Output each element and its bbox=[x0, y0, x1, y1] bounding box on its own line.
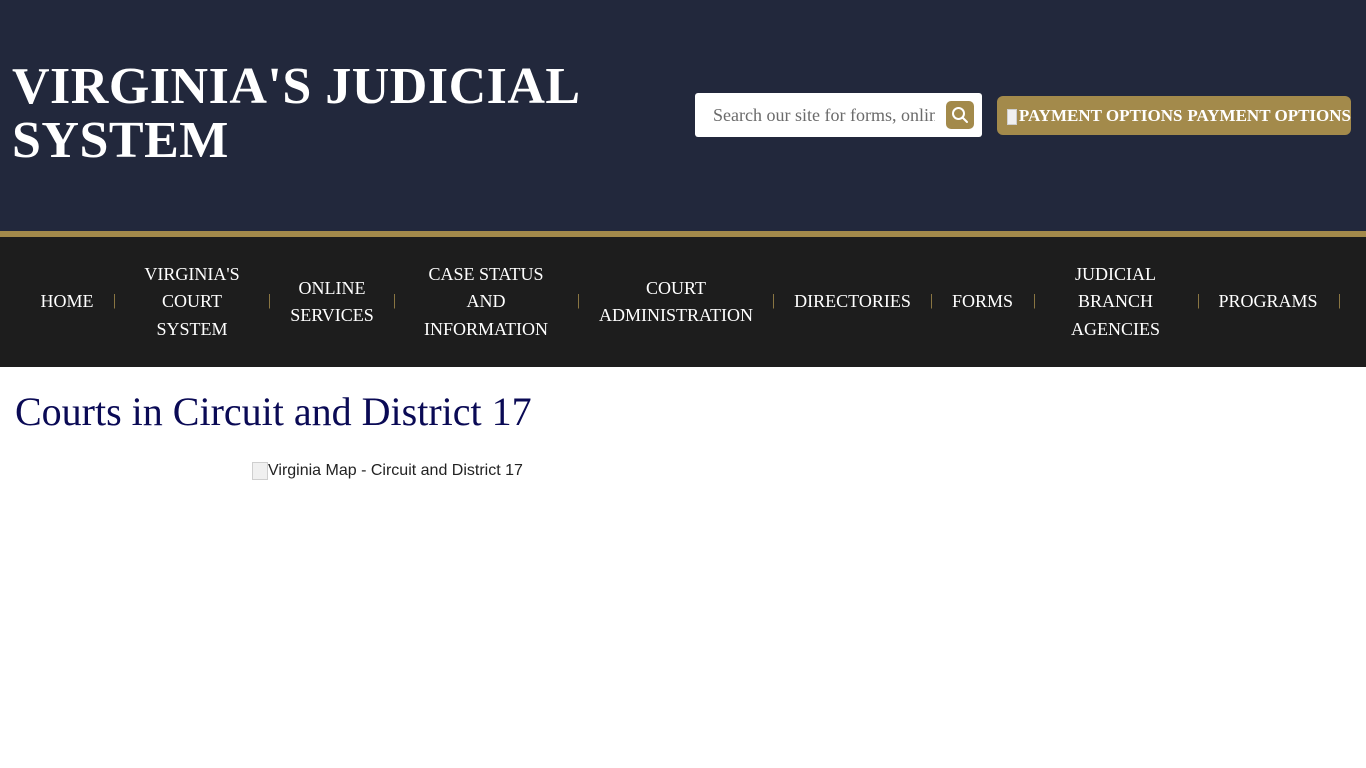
nav-separator: | bbox=[1338, 292, 1342, 309]
nav-item-judicial-branch-agencies[interactable]: JUDICIAL BRANCH AGENCIES bbox=[1060, 237, 1171, 367]
broken-image-icon bbox=[252, 462, 268, 480]
virginia-map-image: Virginia Map - Circuit and District 17 bbox=[252, 462, 523, 480]
nav-item-home[interactable]: HOME bbox=[25, 237, 109, 367]
nav-item-label: JUDICIAL BRANCH AGENCIES bbox=[1071, 263, 1160, 339]
nav-separator: | bbox=[1033, 292, 1037, 309]
nav-separator: | bbox=[577, 292, 581, 309]
main-nav: HOME | VIRGINIA'S COURT SYSTEM | ONLINE … bbox=[0, 237, 1366, 367]
page-title: Courts in Circuit and District 17 bbox=[15, 389, 532, 434]
nav-item-programs[interactable]: PROGRAMS bbox=[1212, 237, 1324, 367]
nav-item-label: PROGRAMS bbox=[1218, 291, 1318, 312]
nav-separator: | bbox=[1197, 292, 1201, 309]
nav-item-label: ONLINE SERVICES bbox=[290, 277, 374, 326]
nav-item-label: CASE STATUS AND INFORMATION bbox=[423, 263, 548, 339]
nav-item-label: COURT ADMINISTRATION bbox=[599, 277, 753, 326]
search-input[interactable] bbox=[703, 99, 935, 131]
nav-item-label: VIRGINIA'S COURT SYSTEM bbox=[144, 263, 240, 339]
nav-item-label: FORMS bbox=[951, 291, 1014, 312]
payment-options-button[interactable]: PAYMENT OPTIONS PAYMENT OPTIONS bbox=[997, 96, 1351, 135]
search-button[interactable] bbox=[946, 101, 974, 129]
nav-item-label: HOME bbox=[40, 291, 94, 312]
search-box bbox=[695, 93, 982, 137]
nav-item-directories[interactable]: DIRECTORIES bbox=[789, 237, 916, 367]
nav-separator: | bbox=[930, 292, 934, 309]
nav-item-virginias-court-system[interactable]: VIRGINIA'S COURT SYSTEM bbox=[128, 237, 256, 367]
site-header: VIRGINIA'S JUDICIAL SYSTEM PAYMENT OPTIO… bbox=[0, 0, 1366, 231]
search-icon bbox=[952, 107, 968, 123]
site-title-line1: VIRGINIA'S JUDICIAL bbox=[12, 58, 581, 115]
nav-item-label: DIRECTORIES bbox=[794, 291, 911, 312]
nav-item-court-administration[interactable]: COURT ADMINISTRATION bbox=[594, 237, 758, 367]
nav-item-online-services[interactable]: ONLINE SERVICES bbox=[282, 237, 382, 367]
site-title-line2: SYSTEM bbox=[12, 112, 229, 169]
nav-separator: | bbox=[268, 292, 272, 309]
payment-options-img-alt: PAYMENT OPTIONS bbox=[1018, 105, 1183, 125]
nav-separator: | bbox=[393, 292, 397, 309]
nav-item-case-status[interactable]: CASE STATUS AND INFORMATION bbox=[414, 237, 558, 367]
site-title-link[interactable]: VIRGINIA'S JUDICIAL SYSTEM bbox=[12, 60, 652, 168]
map-img-alt: Virginia Map - Circuit and District 17 bbox=[268, 462, 523, 479]
nav-item-forms[interactable]: FORMS bbox=[946, 237, 1019, 367]
broken-image-icon bbox=[1007, 108, 1017, 125]
nav-separator: | bbox=[113, 292, 117, 309]
payment-options-label: PAYMENT OPTIONS bbox=[1187, 105, 1351, 125]
nav-separator: | bbox=[772, 292, 776, 309]
